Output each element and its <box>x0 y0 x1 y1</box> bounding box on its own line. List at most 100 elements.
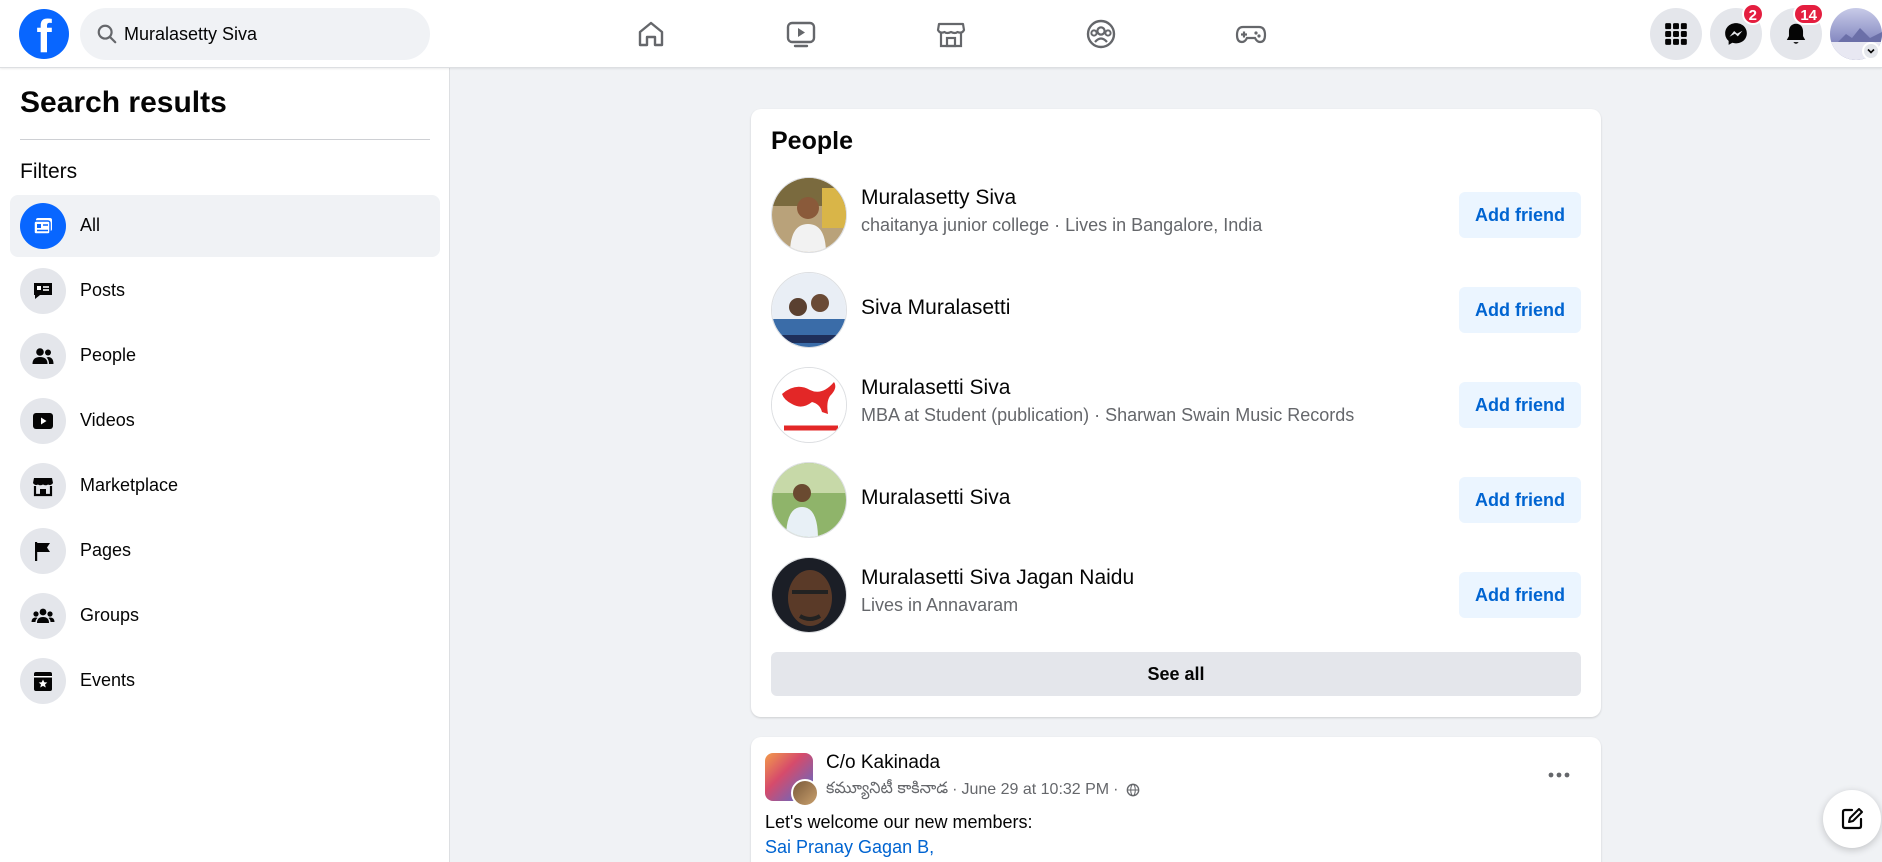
person-result[interactable]: Muralasetti Siva Add friend <box>771 462 1581 540</box>
filter-icon-bg <box>20 463 66 509</box>
groups-icon <box>1086 19 1116 49</box>
post-meta: కమ్యూనిటీ కాకినాడ · June 29 at 10:32 PM … <box>826 779 1140 801</box>
notifications-badge: 14 <box>1793 3 1824 25</box>
add-friend-button[interactable]: Add friend <box>1459 192 1581 238</box>
home-icon <box>638 21 664 47</box>
search-sidebar: Search results Filters All Posts People … <box>0 68 450 862</box>
messenger-badge: 2 <box>1741 3 1764 25</box>
filter-icon-bg <box>20 658 66 704</box>
groups-tab[interactable] <box>1036 10 1166 58</box>
new-message-button[interactable] <box>1823 790 1881 848</box>
search-icon <box>97 24 117 44</box>
notifications-button[interactable]: 14 <box>1770 3 1824 60</box>
home-tab[interactable] <box>586 10 716 58</box>
person-result[interactable]: Siva Muralasetti Add friend <box>771 272 1581 350</box>
filter-pages[interactable]: Pages <box>10 520 440 582</box>
person-photo <box>772 178 846 252</box>
video-tab[interactable] <box>736 10 866 58</box>
marketplace-icon <box>936 22 966 48</box>
facebook-logo-letter: f <box>36 10 52 62</box>
gaming-icon <box>1235 25 1267 44</box>
messenger-button[interactable]: 2 <box>1710 3 1764 60</box>
person-photo <box>772 273 846 347</box>
people-section-title: People <box>771 127 853 155</box>
filter-events[interactable]: Events <box>10 650 440 712</box>
group-avatar[interactable] <box>765 753 819 807</box>
sidebar-title: Search results <box>20 86 227 119</box>
add-friend-button[interactable]: Add friend <box>1459 572 1581 618</box>
add-friend-button[interactable]: Add friend <box>1459 382 1581 428</box>
person-name[interactable]: Muralasetti Siva <box>861 486 1010 510</box>
meta-separator: · <box>1113 781 1119 798</box>
filter-posts[interactable]: Posts <box>10 260 440 322</box>
person-result[interactable]: Muralasetti Siva MBA at Student (publica… <box>771 367 1581 445</box>
person-details: chaitanya junior college · Lives in Bang… <box>861 215 1263 235</box>
filter-icon-bg <box>20 268 66 314</box>
person-avatar[interactable] <box>771 557 847 633</box>
person-avatar[interactable] <box>771 177 847 253</box>
filter-groups[interactable]: Groups <box>10 585 440 647</box>
person-avatar[interactable] <box>771 367 847 443</box>
member-mention-link[interactable]: Sai Pranay Gagan B, <box>765 837 934 858</box>
people-results-card: People Muralasetty Siva chaitanya junior… <box>751 109 1601 717</box>
filters-heading: Filters <box>20 160 78 183</box>
post-options-button[interactable] <box>1541 757 1577 793</box>
messenger-icon <box>1725 23 1747 45</box>
marketplace-tab[interactable] <box>886 10 1016 58</box>
add-friend-button[interactable]: Add friend <box>1459 477 1581 523</box>
add-friend-button[interactable]: Add friend <box>1459 287 1581 333</box>
person-name[interactable]: Muralasetti Siva Jagan Naidu <box>861 566 1134 590</box>
filter-videos[interactable]: Videos <box>10 390 440 452</box>
author-avatar[interactable] <box>791 779 819 807</box>
person-name[interactable]: Muralasetty Siva <box>861 186 1016 210</box>
group-post-card: C/o Kakinada కమ్యూనిటీ కాకినాడ · June 29… <box>751 737 1601 862</box>
more-options-icon <box>1548 772 1570 778</box>
community-name[interactable]: కమ్యూనిటీ కాకినాడ <box>826 779 948 801</box>
person-result[interactable]: Muralasetty Siva chaitanya junior colleg… <box>771 177 1581 255</box>
filter-label: All <box>80 215 101 235</box>
search-box[interactable] <box>80 8 430 60</box>
people-icon <box>32 348 54 364</box>
events-icon <box>34 672 52 691</box>
filter-all[interactable]: All <box>10 195 440 257</box>
see-all-button[interactable]: See all <box>771 652 1581 696</box>
filter-marketplace[interactable]: Marketplace <box>10 455 440 517</box>
globe-icon <box>1127 783 1140 797</box>
videos-icon <box>33 413 53 429</box>
filter-label: Videos <box>80 410 135 430</box>
post-timestamp[interactable]: June 29 at 10:32 PM <box>961 781 1109 799</box>
person-avatar[interactable] <box>771 462 847 538</box>
filter-icon-bg <box>20 593 66 639</box>
filter-label: People <box>80 345 137 365</box>
person-details: MBA at Student (publication) · Sharwan S… <box>861 405 1355 425</box>
sidebar-divider <box>20 139 430 140</box>
compose-icon <box>1841 808 1863 830</box>
person-result[interactable]: Muralasetti Siva Jagan Naidu Lives in An… <box>771 557 1581 635</box>
group-name-link[interactable]: C/o Kakinada <box>826 752 940 774</box>
filter-label: Pages <box>80 540 132 560</box>
video-icon <box>786 21 816 48</box>
filter-icon-bg <box>20 528 66 574</box>
person-avatar[interactable] <box>771 272 847 348</box>
gaming-tab[interactable] <box>1186 10 1316 58</box>
person-name[interactable]: Siva Muralasetti <box>861 296 1010 320</box>
chevron-down-icon <box>1867 48 1875 54</box>
person-details: Lives in Annavaram <box>861 595 1019 615</box>
facebook-logo[interactable]: f <box>19 9 69 62</box>
account-menu-chevron[interactable] <box>1862 42 1880 60</box>
post-text: Let's welcome our new members: <box>765 812 1033 832</box>
filter-icon-bg <box>20 398 66 444</box>
person-photo <box>772 558 846 632</box>
filter-people[interactable]: People <box>10 325 440 387</box>
person-photo <box>772 368 846 442</box>
person-name[interactable]: Muralasetti Siva <box>861 376 1010 400</box>
filter-label: Groups <box>80 605 140 625</box>
filter-icon-bg <box>20 333 66 379</box>
filter-label: Marketplace <box>80 475 179 495</box>
search-input[interactable] <box>124 8 414 60</box>
pages-flag-icon <box>35 542 50 561</box>
meta-separator: · <box>952 781 958 798</box>
grid-menu-icon <box>1665 23 1687 45</box>
person-photo <box>772 463 846 537</box>
menu-button[interactable] <box>1650 8 1702 60</box>
